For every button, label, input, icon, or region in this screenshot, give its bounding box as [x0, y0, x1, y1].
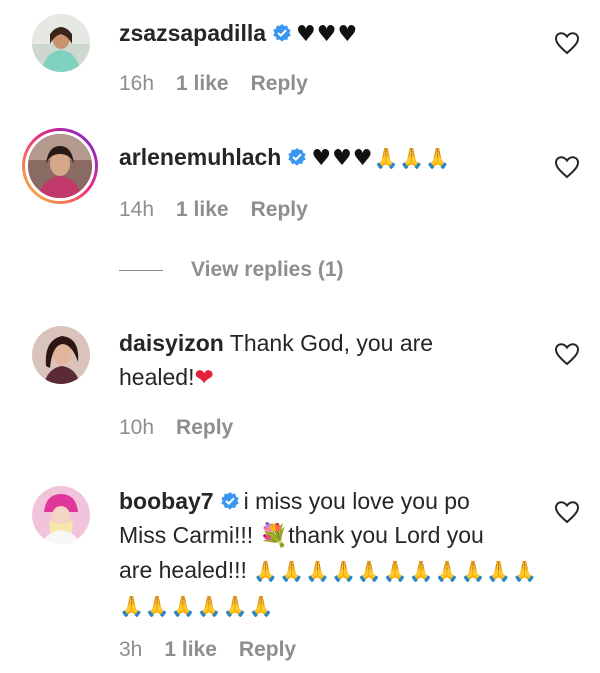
replies-divider-line	[119, 269, 163, 271]
username[interactable]: arlenemuhlach	[119, 144, 281, 170]
likes-count[interactable]: 1 like	[164, 638, 217, 661]
verified-badge-icon	[273, 24, 291, 42]
emoji-hearts: ♥♥♥	[296, 22, 359, 47]
timestamp[interactable]: 16h	[119, 72, 154, 95]
likes-count[interactable]: 1 like	[176, 198, 229, 221]
username[interactable]: boobay7	[119, 488, 214, 514]
comment-body-line-2b: thank you Lord you	[288, 522, 484, 548]
avatar-photo	[32, 326, 90, 384]
reply-button[interactable]: Reply	[251, 72, 308, 95]
heart-outline-icon[interactable]	[554, 31, 580, 55]
comment-boobay7: boobay7 i miss you love you po Miss Carmi…	[0, 474, 600, 673]
comment-meta: 3h 1 like Reply	[119, 638, 296, 662]
emoji-pray-row-1: 🙏🙏🙏🙏🙏🙏🙏🙏🙏🙏🙏	[253, 559, 539, 583]
comment-body-line-3: are healed!!!	[119, 557, 254, 583]
heart-outline-icon[interactable]	[554, 342, 580, 366]
comment-zsazsapadilla: zsazsapadilla ♥♥♥ 16h 1 like Reply	[0, 0, 600, 110]
reply-button[interactable]: Reply	[176, 416, 233, 439]
heart-outline-icon[interactable]	[554, 155, 580, 179]
comment-body-line-1: Thank God, you are	[229, 330, 434, 356]
reply-button[interactable]: Reply	[251, 198, 308, 221]
heart-outline-icon[interactable]	[554, 500, 580, 524]
comment-meta: 10h Reply	[119, 416, 233, 440]
avatar-photo	[32, 14, 90, 72]
comment-text: arlenemuhlach ♥♥♥🙏🙏🙏	[119, 140, 539, 176]
avatar-story-ring[interactable]	[22, 128, 98, 204]
avatar[interactable]	[32, 14, 90, 72]
view-replies-button[interactable]: View replies (1)	[119, 258, 344, 282]
comment-text: boobay7 i miss you love you po Miss Carmi…	[119, 484, 539, 623]
comment-text: zsazsapadilla ♥♥♥	[119, 16, 539, 52]
verified-badge-icon	[288, 148, 307, 166]
emoji-pray-row-2: 🙏🙏🙏🙏🙏🙏	[119, 594, 275, 618]
avatar-photo	[28, 134, 92, 198]
emoji-bouquet: 💐	[259, 523, 289, 549]
comment-body-line-2a: Miss Carmi!!!	[119, 522, 260, 548]
timestamp[interactable]: 14h	[119, 198, 154, 221]
timestamp[interactable]: 3h	[119, 638, 142, 661]
avatar[interactable]	[32, 486, 90, 544]
timestamp[interactable]: 10h	[119, 416, 154, 439]
verified-badge-icon	[220, 492, 239, 510]
username[interactable]: zsazsapadilla	[119, 20, 266, 46]
comment-meta: 14h 1 like Reply	[119, 198, 308, 222]
emoji-red-heart: ❤	[194, 365, 214, 391]
comment-daisyizon: daisyizon Thank God, you are healed!❤ 10…	[0, 312, 600, 462]
comment-meta: 16h 1 like Reply	[119, 72, 308, 96]
comment-body-line-2: healed!	[119, 364, 195, 390]
emoji-pray: 🙏🙏🙏	[373, 146, 452, 170]
emoji-hearts: ♥♥♥	[311, 146, 374, 171]
comment-text: daisyizon Thank God, you are healed!❤	[119, 326, 539, 395]
avatar[interactable]	[32, 326, 90, 384]
view-replies-label: View replies (1)	[191, 258, 344, 281]
avatar-photo	[32, 486, 90, 544]
username[interactable]: daisyizon	[119, 330, 224, 356]
comment-body-line-1: i miss you love you po	[243, 488, 470, 514]
likes-count[interactable]: 1 like	[176, 72, 229, 95]
reply-button[interactable]: Reply	[239, 638, 296, 661]
